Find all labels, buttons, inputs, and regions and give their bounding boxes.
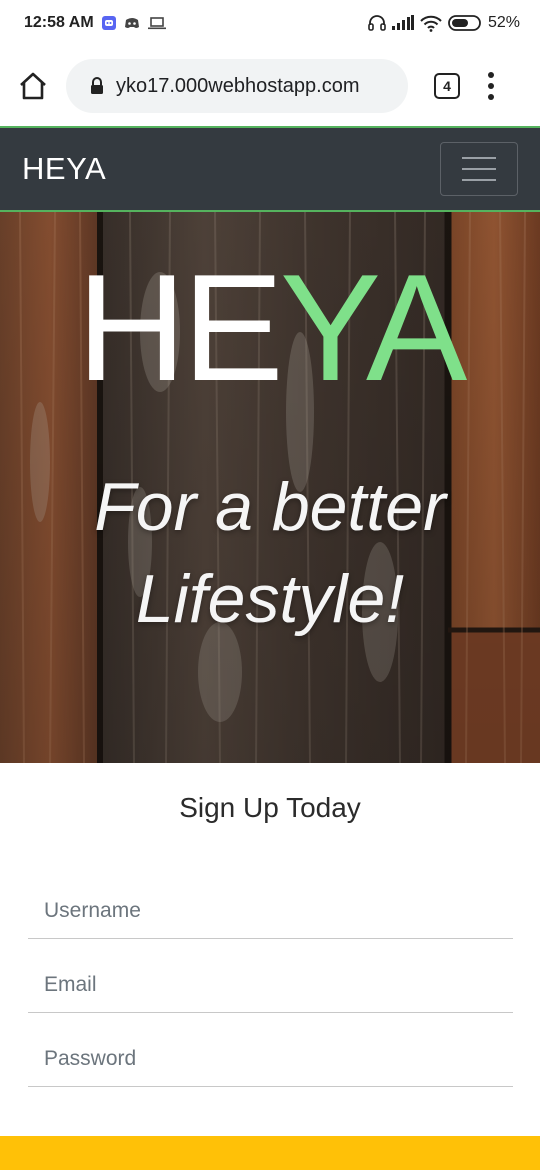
hero-title-green: YA — [279, 243, 467, 413]
signal-icon — [391, 15, 414, 31]
status-time: 12:58 AM — [24, 14, 94, 31]
hero-tagline-line1: For a better — [94, 469, 446, 545]
home-button[interactable] — [16, 69, 50, 103]
hero-title-white: HE — [76, 243, 284, 413]
password-field[interactable] — [28, 1031, 513, 1087]
laptop-icon — [147, 16, 166, 30]
lock-icon — [90, 77, 104, 95]
hero-title: HEYA — [0, 252, 540, 404]
home-icon — [20, 72, 46, 100]
headphones-icon — [368, 14, 386, 32]
discord-icon — [124, 17, 140, 29]
battery-icon — [448, 15, 482, 31]
url-text: yko17.000webhostapp.com — [116, 74, 360, 97]
status-right: 52% — [368, 14, 520, 32]
hero-tagline: For a better Lifestyle! — [0, 462, 540, 646]
signup-heading: Sign Up Today — [179, 792, 361, 823]
site-navbar: HEYA — [0, 126, 540, 212]
url-bar[interactable]: yko17.000webhostapp.com — [66, 59, 408, 113]
hero-tagline-line2: Lifestyle! — [135, 560, 405, 637]
hamburger-icon-bar — [462, 157, 496, 159]
browser-toolbar: yko17.000webhostapp.com 4 — [0, 46, 540, 126]
hamburger-icon-bar — [462, 179, 496, 181]
status-left: 12:58 AM — [24, 14, 166, 32]
email-field[interactable] — [28, 957, 513, 1013]
navbar-toggler-button[interactable] — [440, 142, 518, 196]
discord-badge-icon — [101, 16, 116, 30]
hero-section: HEYA For a better Lifestyle! — [0, 212, 540, 763]
more-vert-icon[interactable] — [488, 72, 494, 100]
wifi-icon — [420, 15, 442, 32]
status-bar: 12:58 AM 52% — [0, 0, 540, 46]
hamburger-icon-bar — [462, 168, 496, 170]
battery-percentage: 52% — [487, 14, 520, 31]
username-field[interactable] — [28, 883, 513, 939]
signup-button-strip[interactable] — [0, 1136, 540, 1170]
tab-switcher-button[interactable]: 4 — [434, 73, 460, 99]
navbar-brand[interactable]: HEYA — [22, 151, 106, 187]
